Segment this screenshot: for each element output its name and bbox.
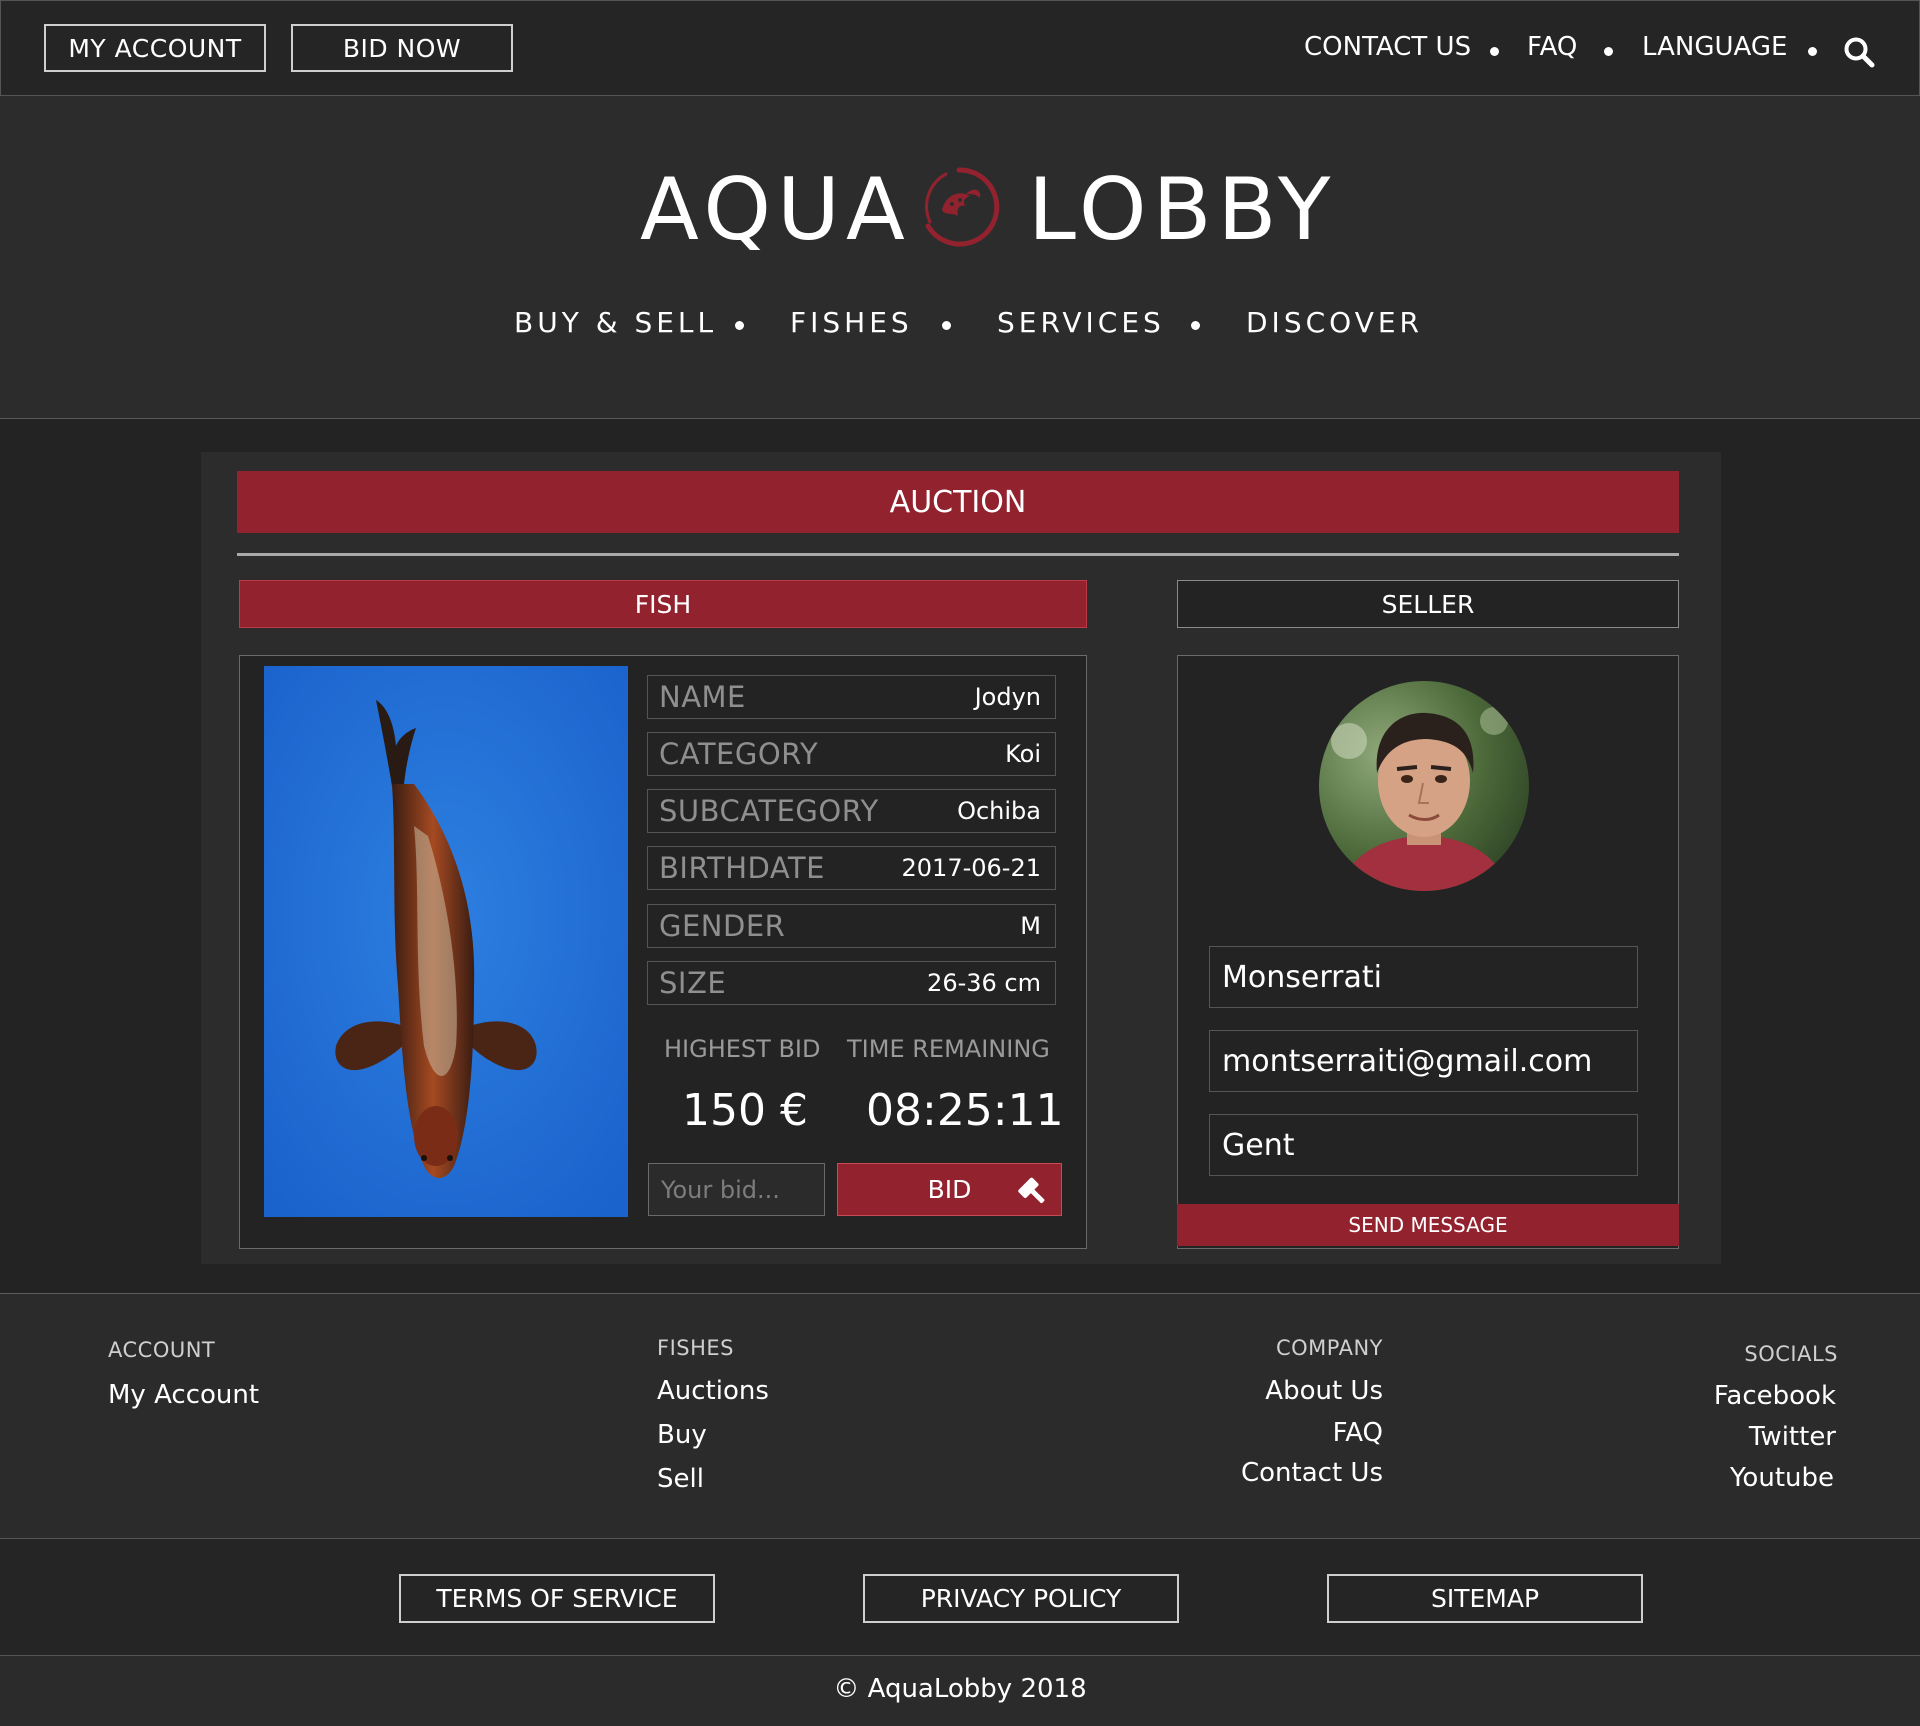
footer (0, 1294, 1920, 1538)
koi-emblem-icon (916, 164, 1002, 250)
contact-us-link[interactable]: CONTACT US (1304, 32, 1471, 62)
property-label: BIRTHDATE (659, 851, 825, 885)
separator-dot (1191, 321, 1200, 330)
property-value: 26-36 cm (927, 969, 1041, 997)
footer-link-twitter[interactable]: Twitter (1620, 1422, 1836, 1452)
property-value: Jodyn (974, 683, 1041, 711)
my-account-button[interactable]: MY ACCOUNT (44, 24, 266, 72)
top-bar (0, 0, 1920, 96)
highest-bid-value: 150 € (682, 1085, 808, 1136)
footer-link-facebook[interactable]: Facebook (1620, 1381, 1836, 1411)
property-value: M (1020, 912, 1041, 940)
fish-photo (264, 666, 628, 1217)
nav-services[interactable]: SERVICES (997, 306, 1165, 339)
nav-discover[interactable]: DISCOVER (1246, 306, 1423, 339)
property-value: 2017-06-21 (901, 854, 1041, 882)
footer-link-auctions[interactable]: Auctions (657, 1376, 769, 1406)
footer-heading-account: ACCOUNT (108, 1338, 216, 1362)
fish-property-subcategory: SUBCATEGORY Ochiba (647, 789, 1056, 833)
fish-property-name: NAME Jodyn (647, 675, 1056, 719)
bid-button-label: BID (927, 1175, 972, 1204)
terms-of-service-button[interactable]: TERMS OF SERVICE (399, 1574, 715, 1623)
separator-dot (735, 321, 744, 330)
fish-property-category: CATEGORY Koi (647, 732, 1056, 776)
language-link[interactable]: LANGUAGE (1642, 32, 1787, 62)
seller-avatar (1319, 681, 1529, 891)
footer-link-contact-us[interactable]: Contact Us (1160, 1458, 1383, 1488)
brand-name-right: LOBBY (1028, 160, 1337, 260)
fish-property-birthdate: BIRTHDATE 2017-06-21 (647, 846, 1056, 890)
footer-link-my-account[interactable]: My Account (108, 1380, 259, 1410)
brand-name-left: AQUA (640, 160, 911, 260)
separator-dot (1604, 47, 1613, 56)
tab-fish[interactable]: FISH (239, 580, 1087, 628)
property-label: SUBCATEGORY (659, 794, 879, 828)
fish-property-gender: GENDER M (647, 904, 1056, 948)
seller-email-field: montserraiti@gmail.com (1209, 1030, 1638, 1092)
footer-link-about-us[interactable]: About Us (1160, 1376, 1383, 1406)
site-header (0, 96, 1920, 418)
property-label: CATEGORY (659, 737, 819, 771)
property-label: GENDER (659, 909, 786, 943)
property-label: NAME (659, 680, 746, 714)
footer-column-company: COMPANY (1160, 1336, 1383, 1360)
footer-link-sell[interactable]: Sell (657, 1464, 704, 1494)
footer-link-faq[interactable]: FAQ (1160, 1418, 1383, 1448)
footer-column-socials: SOCIALS (1620, 1342, 1838, 1366)
seller-name-field: Monserrati (1209, 946, 1638, 1008)
tab-seller[interactable]: SELLER (1177, 580, 1679, 628)
separator-dot (942, 321, 951, 330)
separator-dot (1490, 47, 1499, 56)
privacy-policy-button[interactable]: PRIVACY POLICY (863, 1574, 1179, 1623)
time-remaining-value: 08:25:11 (866, 1085, 1064, 1136)
footer-heading-company: COMPANY (1275, 1336, 1383, 1360)
divider (237, 553, 1679, 556)
send-message-button[interactable]: SEND MESSAGE (1177, 1204, 1679, 1246)
bid-now-button[interactable]: BID NOW (291, 24, 513, 72)
footer-heading-socials: SOCIALS (1744, 1342, 1838, 1366)
nav-buy-sell[interactable]: BUY & SELL (514, 306, 717, 339)
seller-city-field: Gent (1209, 1114, 1638, 1176)
auction-title-bar: AUCTION (237, 471, 1679, 533)
fish-property-size: SIZE 26-36 cm (647, 961, 1056, 1005)
nav-fishes[interactable]: FISHES (790, 306, 913, 339)
faq-link[interactable]: FAQ (1527, 32, 1577, 62)
footer-link-youtube[interactable]: Youtube (1620, 1463, 1834, 1493)
property-value: Koi (1005, 740, 1041, 768)
highest-bid-label: HIGHEST BID (664, 1035, 821, 1063)
sitemap-button[interactable]: SITEMAP (1327, 1574, 1643, 1623)
property-value: Ochiba (957, 797, 1041, 825)
bid-input[interactable] (648, 1163, 825, 1216)
footer-link-buy[interactable]: Buy (657, 1420, 707, 1450)
separator-dot (1808, 47, 1817, 56)
time-remaining-label: TIME REMAINING (847, 1035, 1050, 1063)
footer-heading-fishes: FISHES (657, 1336, 734, 1360)
copyright-text: © AquaLobby 2018 (833, 1674, 1087, 1704)
gavel-icon (1016, 1174, 1050, 1208)
property-label: SIZE (659, 966, 727, 1000)
search-icon[interactable] (1843, 36, 1875, 68)
